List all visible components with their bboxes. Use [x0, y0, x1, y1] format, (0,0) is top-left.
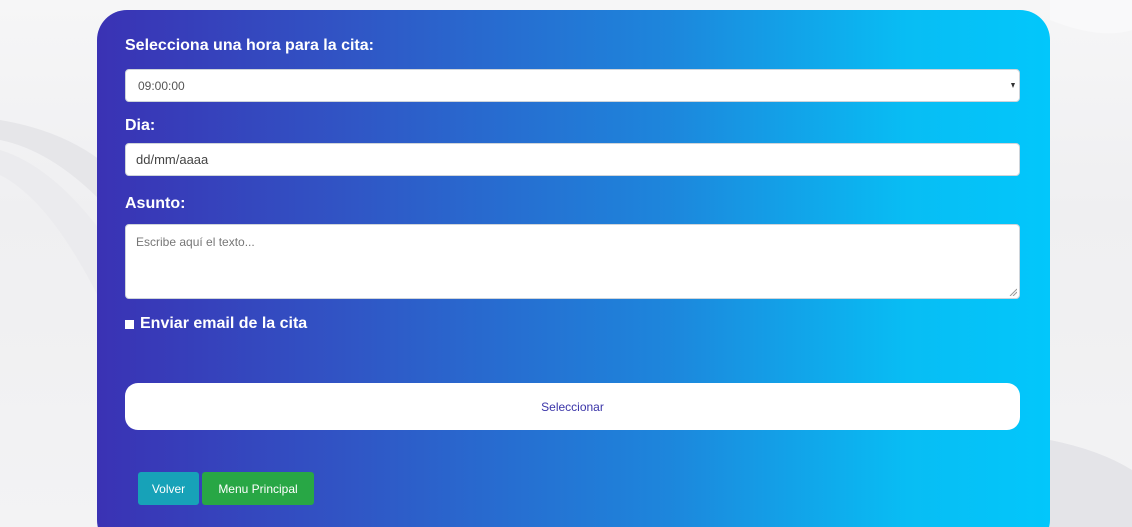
select-button[interactable]: Seleccionar [125, 383, 1020, 430]
email-checkbox[interactable] [125, 319, 134, 329]
subject-placeholder: Escribe aquí el texto... [136, 235, 255, 249]
chevron-down-icon [1011, 83, 1015, 88]
time-label: Selecciona una hora para la cita: [125, 37, 374, 54]
resize-handle-icon[interactable] [1009, 288, 1017, 296]
email-checkbox-label: Enviar email de la cita [140, 315, 308, 332]
main-menu-button[interactable]: Menu Principal [202, 472, 314, 505]
day-date-placeholder: dd/mm/aaaa [136, 152, 209, 167]
time-select[interactable]: 09:00:00 [125, 69, 1020, 102]
time-select-value: 09:00:00 [138, 78, 185, 93]
subject-label: Asunto: [125, 195, 186, 212]
back-button[interactable]: Volver [138, 472, 199, 505]
appointment-form-card: Selecciona una hora para la cita: 09:00:… [97, 10, 1050, 527]
day-label: Dia: [125, 117, 156, 134]
subject-textarea[interactable]: Escribe aquí el texto... [125, 224, 1020, 299]
day-date-input[interactable]: dd/mm/aaaa [125, 143, 1020, 176]
email-checkbox-row[interactable]: Enviar email de la cita [125, 315, 307, 333]
